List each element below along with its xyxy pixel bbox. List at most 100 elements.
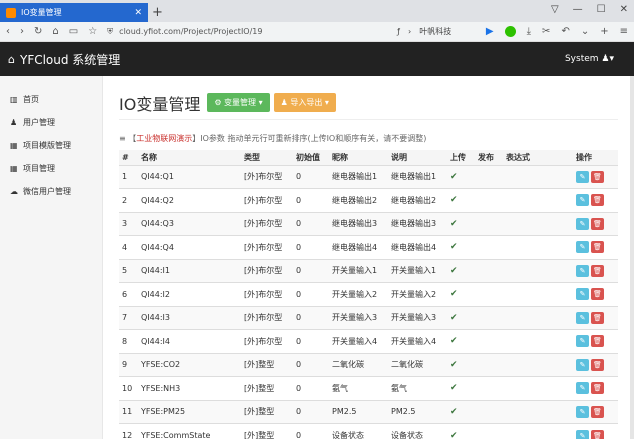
flash-icon[interactable]: ƒ — [397, 27, 400, 36]
maximize-button[interactable]: ☐ — [597, 4, 606, 15]
tab-close-icon[interactable]: ✕ — [134, 8, 142, 18]
sidebar-item-label: 微信用户管理 — [23, 187, 71, 196]
table-row[interactable]: 11 YFSE:PM25 [外]整型 0 PM2.5 PM2.5 ✔ ✎ 🗑 — [119, 400, 618, 424]
download-icon[interactable]: ⤓ — [527, 26, 531, 37]
sidebar-item-users[interactable]: ♟ 用户管理 — [0, 111, 102, 134]
table-cell: 氨气 — [391, 383, 407, 393]
delete-icon[interactable]: 🗑 — [591, 170, 604, 183]
column-header: 发布 — [478, 152, 494, 162]
pin-icon[interactable]: ▽ — [551, 4, 559, 15]
project-link[interactable]: 工业物联网演示 — [136, 133, 192, 144]
edit-icon[interactable]: ✎ — [576, 264, 589, 277]
delete-icon[interactable]: 🗑 — [591, 358, 604, 371]
wechat-icon[interactable] — [504, 26, 516, 37]
delete-icon[interactable]: 🗑 — [591, 241, 604, 254]
undo-icon[interactable]: ↶ — [561, 26, 569, 37]
new-tab-button[interactable]: + — [152, 5, 163, 20]
delete-icon[interactable]: 🗑 — [591, 429, 604, 439]
edit-icon[interactable]: ✎ — [576, 335, 589, 348]
edit-icon[interactable]: ✎ — [576, 405, 589, 418]
table-cell: 开关量输入4 — [332, 336, 378, 346]
app-navbar: ⌂ YFCloud 系统管理 System ♟▾ — [0, 42, 634, 76]
edit-icon[interactable]: ✎ — [576, 170, 589, 183]
sidebar-item-projects[interactable]: ▦ 项目管理 — [0, 157, 102, 180]
edit-icon[interactable]: ✎ — [576, 194, 589, 207]
cut-icon[interactable]: ✂ — [542, 26, 550, 37]
caret-down-icon: ▾ — [256, 98, 263, 107]
table-cell: 4 — [122, 242, 128, 252]
notice-prefix: 【 — [128, 133, 137, 143]
import-export-button[interactable]: ♟ 导入导出 ▾ — [273, 93, 336, 112]
edit-icon[interactable]: ✎ — [576, 288, 589, 301]
sidebar-item-home[interactable]: ▥ 首页 — [0, 88, 102, 111]
table-body: 1 QI44:Q1 [外]布尔型 0 继电器输出1 继电器输出1 ✔ ✎ 🗑 2 QI44:Q2 [外… — [119, 165, 618, 439]
table-row[interactable]: 1 QI44:Q1 [外]布尔型 0 继电器输出1 继电器输出1 ✔ ✎ 🗑 — [119, 165, 618, 189]
edit-icon[interactable]: ✎ — [576, 217, 589, 230]
table-cell: 2 — [122, 195, 128, 205]
table-cell: QI44:Q4 — [141, 242, 174, 252]
check-icon: ✔ — [450, 171, 458, 182]
table-row[interactable]: 6 QI44:I2 [外]布尔型 0 开关量输入2 开关量输入2 ✔ ✎ 🗑 — [119, 282, 618, 307]
edit-icon[interactable]: ✎ — [576, 311, 589, 324]
hamburger-icon[interactable]: ≡ — [620, 26, 628, 37]
minimize-button[interactable]: — — [573, 4, 583, 15]
expression-cell — [503, 353, 573, 377]
ext-label[interactable]: 叶帆科技 — [419, 26, 451, 37]
brand[interactable]: ⌂ YFCloud 系统管理 — [8, 51, 120, 68]
delete-icon[interactable]: 🗑 — [591, 217, 604, 230]
scrollbar[interactable] — [630, 76, 634, 439]
reader-icon[interactable]: ▭ — [69, 26, 78, 37]
table-cell: QI44:Q3 — [141, 219, 174, 229]
edit-icon[interactable]: ✎ — [576, 382, 589, 395]
edit-icon[interactable]: ✎ — [576, 241, 589, 254]
delete-icon[interactable]: 🗑 — [591, 311, 604, 324]
menu-down-icon[interactable]: ⌄ — [581, 26, 589, 37]
table-cell: 0 — [296, 407, 302, 417]
user-menu[interactable]: System ♟▾ — [565, 54, 614, 64]
home-icon[interactable]: ⌂ — [52, 26, 58, 37]
table-cell: 二氧化碳 — [391, 360, 423, 370]
favorite-icon[interactable]: ☆ — [88, 26, 97, 37]
back-icon[interactable]: ‹ — [6, 26, 10, 37]
table-cell: 继电器输出1 — [391, 172, 437, 182]
forward-icon[interactable]: › — [20, 26, 24, 37]
table-row[interactable]: 10 YFSE:NH3 [外]整型 0 氨气 氨气 ✔ ✎ 🗑 — [119, 376, 618, 401]
table-cell: YFSE:CO2 — [141, 360, 181, 370]
close-window-button[interactable]: ✕ — [620, 4, 628, 15]
delete-icon[interactable]: 🗑 — [591, 264, 604, 277]
delete-icon[interactable]: 🗑 — [591, 194, 604, 207]
table-row[interactable]: 5 QI44:I1 [外]布尔型 0 开关量输入1 开关量输入1 ✔ ✎ 🗑 — [119, 259, 618, 283]
delete-icon[interactable]: 🗑 — [591, 335, 604, 348]
upload-cell: ✔ — [447, 424, 475, 439]
var-manage-button[interactable]: ⚙ 变量管理 ▾ — [207, 93, 270, 112]
sidebar-item-templates[interactable]: ▦ 项目模版管理 — [0, 134, 102, 157]
gear-icon: ⚙ — [214, 98, 225, 107]
sidebar-item-wechat-users[interactable]: ☁ 微信用户管理 — [0, 180, 102, 203]
table-cell: QI44:Q1 — [141, 172, 174, 182]
delete-icon[interactable]: 🗑 — [591, 382, 604, 395]
delete-icon[interactable]: 🗑 — [591, 405, 604, 418]
table-row[interactable]: 8 QI44:I4 [外]布尔型 0 开关量输入4 开关量输入4 ✔ ✎ 🗑 — [119, 329, 618, 354]
browser-tab[interactable]: IO变量管理 ✕ — [0, 3, 148, 22]
table-row[interactable]: 2 QI44:Q2 [外]布尔型 0 继电器输出2 继电器输出2 ✔ ✎ 🗑 — [119, 188, 618, 213]
table-cell: 0 — [296, 242, 302, 252]
expression-cell — [503, 306, 573, 330]
grid-icon: ▦ — [10, 164, 18, 173]
edit-icon[interactable]: ✎ — [576, 358, 589, 371]
table-row[interactable]: 9 YFSE:CO2 [外]整型 0 二氧化碳 二氧化碳 ✔ ✎ 🗑 — [119, 353, 618, 377]
delete-icon[interactable]: 🗑 — [591, 288, 604, 301]
play-icon[interactable]: ▶ — [486, 26, 494, 37]
table-row[interactable]: 12 YFSE:CommState [外]整型 0 设备状态 设备状态 ✔ ✎ 🗑 — [119, 423, 618, 439]
reload-icon[interactable]: ↻ — [34, 26, 42, 37]
url-field[interactable]: ⛨ cloud.yfiot.com/Project/ProjectIO/19 — [107, 27, 317, 37]
check-icon: ✔ — [450, 359, 458, 370]
table-row[interactable]: 3 QI44:Q3 [外]布尔型 0 继电器输出3 继电器输出3 ✔ ✎ 🗑 — [119, 212, 618, 236]
table-row[interactable]: 7 QI44:I3 [外]布尔型 0 开关量输入3 开关量输入3 ✔ ✎ 🗑 — [119, 306, 618, 330]
expression-cell — [503, 236, 573, 260]
column-header: 表达式 — [506, 152, 530, 162]
add-icon[interactable]: + — [600, 26, 608, 37]
table-row[interactable]: 4 QI44:Q4 [外]布尔型 0 继电器输出4 继电器输出4 ✔ ✎ 🗑 — [119, 235, 618, 260]
expression-cell — [503, 259, 573, 283]
actions-cell: ✎ 🗑 — [573, 400, 618, 424]
edit-icon[interactable]: ✎ — [576, 429, 589, 439]
